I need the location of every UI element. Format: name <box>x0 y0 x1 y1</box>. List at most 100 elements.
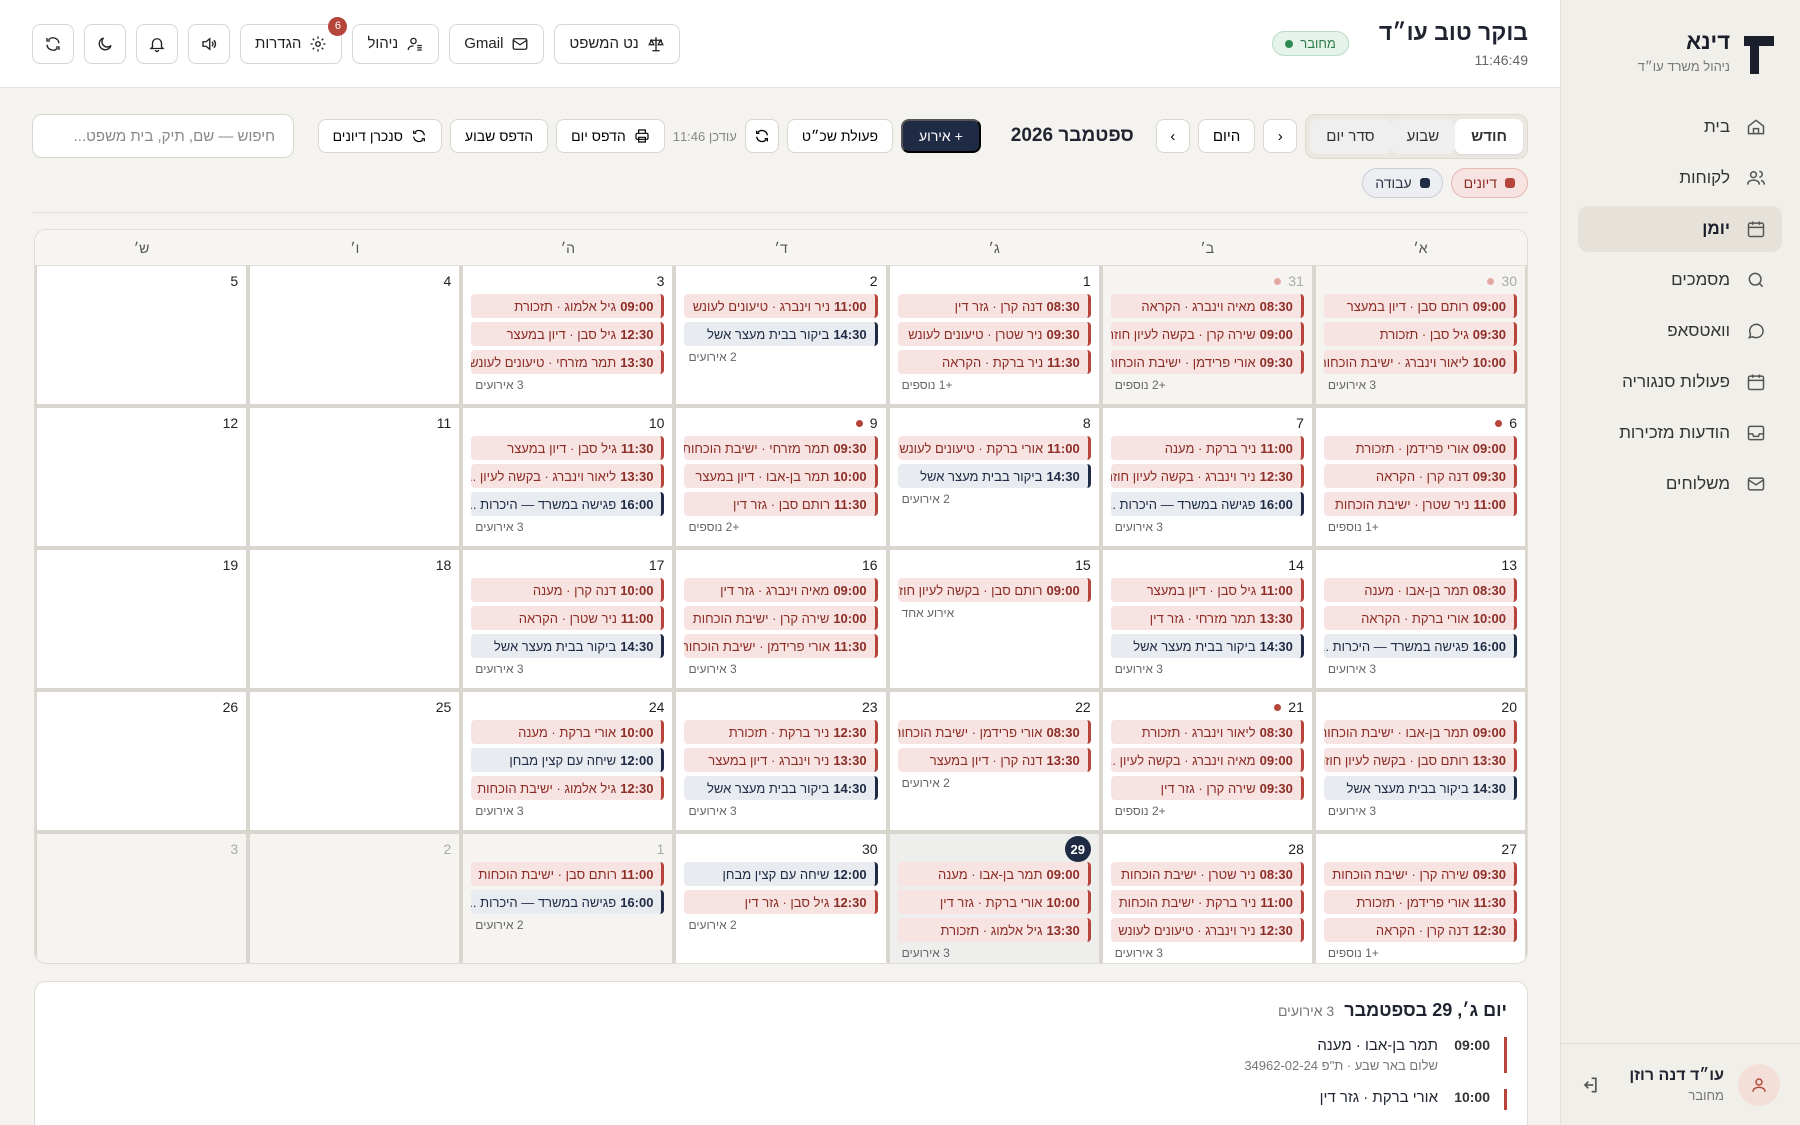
more-events-link[interactable]: 3 אירועים <box>898 946 1091 960</box>
day-cell[interactable]: 30 12:00 שיחה עם קצין מבחן 12:30 גיל סבן · ג… <box>676 834 886 963</box>
hearing-event[interactable]: 09:30 שירה קרן · גזר דין <box>1110 776 1304 800</box>
filter-hearings-chip[interactable]: דיונים <box>1450 168 1528 198</box>
day-cell[interactable]: 12 <box>37 408 247 546</box>
day-cell[interactable]: 17 10:00 דנה קרן · מענה 11:00 ניר שטרן · הקר… <box>463 550 673 688</box>
hearing-event[interactable]: 11:00 רותם סבן · ישיבת הוכחות <box>471 862 665 886</box>
work-event[interactable]: 12:00 שיחה עם קצין מבחן <box>471 748 665 772</box>
prev-month-button[interactable]: ‹ <box>1263 119 1298 153</box>
more-events-link[interactable]: +1 נוספים <box>1324 520 1517 534</box>
hearing-event[interactable]: 09:00 אורי פרידמן · תזכורת <box>1323 436 1517 460</box>
day-cell[interactable]: 3 09:00 גיל אלמוג · תזכורת 12:30 גיל סבן · ד… <box>463 266 673 404</box>
hearing-event[interactable]: 08:30 ליאור וינברג · תזכורת <box>1110 720 1304 744</box>
more-events-link[interactable]: +1 נוספים <box>898 378 1091 392</box>
hearing-event[interactable]: 11:00 ניר שטרן · הקראה <box>471 606 665 630</box>
work-event[interactable]: 16:00 פגישה במשרד — היכרות ... <box>471 492 665 516</box>
day-cell[interactable]: 28 08:30 ניר שטרן · ישיבת הוכחות 11:00 ניר ב… <box>1102 834 1312 963</box>
hearing-event[interactable]: 13:30 רותם סבן · בקשה לעיון חוזר <box>1323 748 1517 772</box>
day-cell[interactable]: 14 11:00 גיל סבן · דיון במעצר 13:30 תמר מזרח… <box>1102 550 1312 688</box>
work-event[interactable]: 16:00 פגישה במשרד — היכרות ... <box>471 890 665 914</box>
hearing-event[interactable]: 13:30 תמר מזרחי · גזר דין <box>1110 606 1304 630</box>
work-event[interactable]: 14:30 ביקור בבית מעצר אשל <box>471 634 665 658</box>
day-cell[interactable]: 1 08:30 דנה קרן · גזר דין 09:30 ניר שטרן · ט… <box>889 266 1099 404</box>
more-events-link[interactable]: 3 אירועים <box>471 520 664 534</box>
day-cell[interactable]: 23 12:30 ניר ברקת · תזכורת 13:30 ניר וינברג … <box>676 692 886 830</box>
more-events-link[interactable]: 3 אירועים <box>1111 520 1304 534</box>
hearing-event[interactable]: 09:30 תמר מזרחי · ישיבת הוכחות <box>684 436 878 460</box>
day-cell-today[interactable]: 29 09:00 תמר בן-אבו · מענה 10:00 אורי ברקת ·… <box>889 834 1099 963</box>
more-events-link[interactable]: 3 אירועים <box>1111 662 1304 676</box>
hearing-event[interactable]: 11:30 אורי פרידמן · ישיבת הוכחות <box>684 634 878 658</box>
more-events-link[interactable]: +2 נוספים <box>1111 804 1304 818</box>
sidebar-item-5[interactable]: פעולות סנגוריה <box>1578 359 1782 405</box>
search-input[interactable] <box>32 114 294 158</box>
day-panel-event[interactable]: 09:00 תמר בן-אבו · מענה שלום באר שבע · ת"פ… <box>55 1037 1507 1073</box>
hearing-event[interactable]: 10:00 אורי ברקת · מענה <box>471 720 665 744</box>
hearing-event[interactable]: 09:30 דנה קרן · הקראה <box>1323 464 1517 488</box>
netlaw-button[interactable]: נט המשפט <box>554 23 680 64</box>
sidebar-item-4[interactable]: וואטסאפ <box>1578 308 1782 354</box>
manage-button[interactable]: ניהול <box>352 23 440 64</box>
more-events-link[interactable]: 2 אירועים <box>898 492 1091 506</box>
day-cell[interactable]: 24 10:00 אורי ברקת · מענה 12:00 שיחה עם קצין… <box>463 692 673 830</box>
work-event[interactable]: 14:30 ביקור בבית מעצר אשל <box>684 322 878 346</box>
hearing-event[interactable]: 12:30 ניר ברקת · תזכורת <box>684 720 878 744</box>
day-cell[interactable]: 2 11:00 ניר וינברג · טיעונים לעונש 14:30 ביק… <box>676 266 886 404</box>
hearing-event[interactable]: 12:30 גיל סבן · גזר דין <box>684 890 878 914</box>
hearing-event[interactable]: 09:00 רותם סבן · דיון במעצר <box>1323 294 1517 318</box>
hearing-event[interactable]: 09:00 מאיה וינברג · גזר דין <box>684 578 878 602</box>
work-event[interactable]: 14:30 ביקור בבית מעצר אשל <box>1323 776 1517 800</box>
next-month-button[interactable]: › <box>1155 119 1190 153</box>
more-events-link[interactable]: +1 נוספים <box>1324 946 1517 960</box>
day-panel-event[interactable]: 10:00 אורי ברקת · גזר דין <box>55 1089 1507 1110</box>
day-cell[interactable]: 22 08:30 אורי פרידמן · ישיבת הוכחות 13:30 דנ… <box>889 692 1099 830</box>
day-cell[interactable]: 5 <box>37 266 247 404</box>
day-cell[interactable]: 18 <box>250 550 460 688</box>
day-cell[interactable]: 10 11:30 גיל סבן · דיון במעצר 13:30 ליאור וי… <box>463 408 673 546</box>
more-events-link[interactable]: 2 אירועים <box>684 918 877 932</box>
day-cell[interactable]: 31 08:30 מאיה וינברג · הקראה 09:00 שירה קרן … <box>1102 266 1312 404</box>
day-cell[interactable]: 25 <box>250 692 460 830</box>
print-week-button[interactable]: הדפס שבוע <box>449 119 549 153</box>
day-cell[interactable]: 3 <box>37 834 247 963</box>
hearing-event[interactable]: 09:00 רותם סבן · בקשה לעיון חוזר <box>897 578 1091 602</box>
sidebar-item-7[interactable]: משלוחים <box>1578 461 1782 507</box>
day-cell[interactable]: 19 <box>37 550 247 688</box>
day-cell[interactable]: 21 08:30 ליאור וינברג · תזכורת 09:00 מאיה וי… <box>1102 692 1312 830</box>
settings-button[interactable]: הגדרות 6 <box>240 16 348 64</box>
more-events-link[interactable]: 2 אירועים <box>898 776 1091 790</box>
work-event[interactable]: 14:30 ביקור בבית מעצר אשל <box>1110 634 1304 658</box>
filter-work-chip[interactable]: עבודה <box>1362 168 1443 198</box>
hearing-event[interactable]: 10:00 דנה קרן · מענה <box>471 578 665 602</box>
hearing-event[interactable]: 12:30 גיל סבן · דיון במעצר <box>471 322 665 346</box>
more-events-link[interactable]: 3 אירועים <box>1111 946 1304 960</box>
hearing-event[interactable]: 09:00 שירה קרן · בקשה לעיון חוזר <box>1110 322 1304 346</box>
sidebar-item-2[interactable]: יומן <box>1578 206 1782 252</box>
work-event[interactable]: 12:00 שיחה עם קצין מבחן <box>684 862 878 886</box>
gmail-button[interactable]: Gmail <box>449 23 545 64</box>
hearing-event[interactable]: 08:30 אורי פרידמן · ישיבת הוכחות <box>897 720 1091 744</box>
hearing-event[interactable]: 13:30 דנה קרן · דיון במעצר <box>897 748 1091 772</box>
more-events-link[interactable]: 3 אירועים <box>471 662 664 676</box>
hearing-event[interactable]: 09:00 תמר בן-אבו · ישיבת הוכחות <box>1323 720 1517 744</box>
hearing-event[interactable]: 09:30 שירה קרן · ישיבת הוכחות <box>1323 862 1517 886</box>
work-event[interactable]: 14:30 ביקור בבית מעצר אשל <box>684 776 878 800</box>
sidebar-item-6[interactable]: הודעות מזכירות <box>1578 410 1782 456</box>
day-cell[interactable]: 11 <box>250 408 460 546</box>
more-events-link[interactable]: 3 אירועים <box>1324 662 1517 676</box>
fee-action-button[interactable]: פעולת שכ״ט <box>786 119 894 153</box>
hearing-event[interactable]: 11:30 גיל סבן · דיון במעצר <box>471 436 665 460</box>
hearing-event[interactable]: 10:00 ליאור וינברג · ישיבת הוכחות <box>1323 350 1517 374</box>
hearing-event[interactable]: 10:00 אורי ברקת · הקראה <box>1323 606 1517 630</box>
hearing-event[interactable]: 12:30 דנה קרן · הקראה <box>1323 918 1517 942</box>
refresh-button[interactable] <box>32 23 74 64</box>
hearing-event[interactable]: 13:30 ליאור וינברג · בקשה לעיון ... <box>471 464 665 488</box>
view-tab-2[interactable]: סדר יום <box>1310 118 1391 154</box>
hearing-event[interactable]: 13:30 גיל אלמוג · תזכורת <box>897 918 1091 942</box>
hearing-event[interactable]: 11:00 אורי ברקת · טיעונים לעונש <box>897 436 1091 460</box>
work-event[interactable]: 16:00 פגישה במשרד — היכרות ... <box>1110 492 1304 516</box>
hearing-event[interactable]: 09:00 מאיה וינברג · בקשה לעיון ... <box>1110 748 1304 772</box>
more-events-link[interactable]: 3 אירועים <box>684 804 877 818</box>
hearing-event[interactable]: 09:30 גיל סבן · תזכורת <box>1323 322 1517 346</box>
hearing-event[interactable]: 12:30 גיל אלמוג · ישיבת הוכחות <box>471 776 665 800</box>
day-cell[interactable]: 20 09:00 תמר בן-אבו · ישיבת הוכחות 13:30 רות… <box>1315 692 1525 830</box>
